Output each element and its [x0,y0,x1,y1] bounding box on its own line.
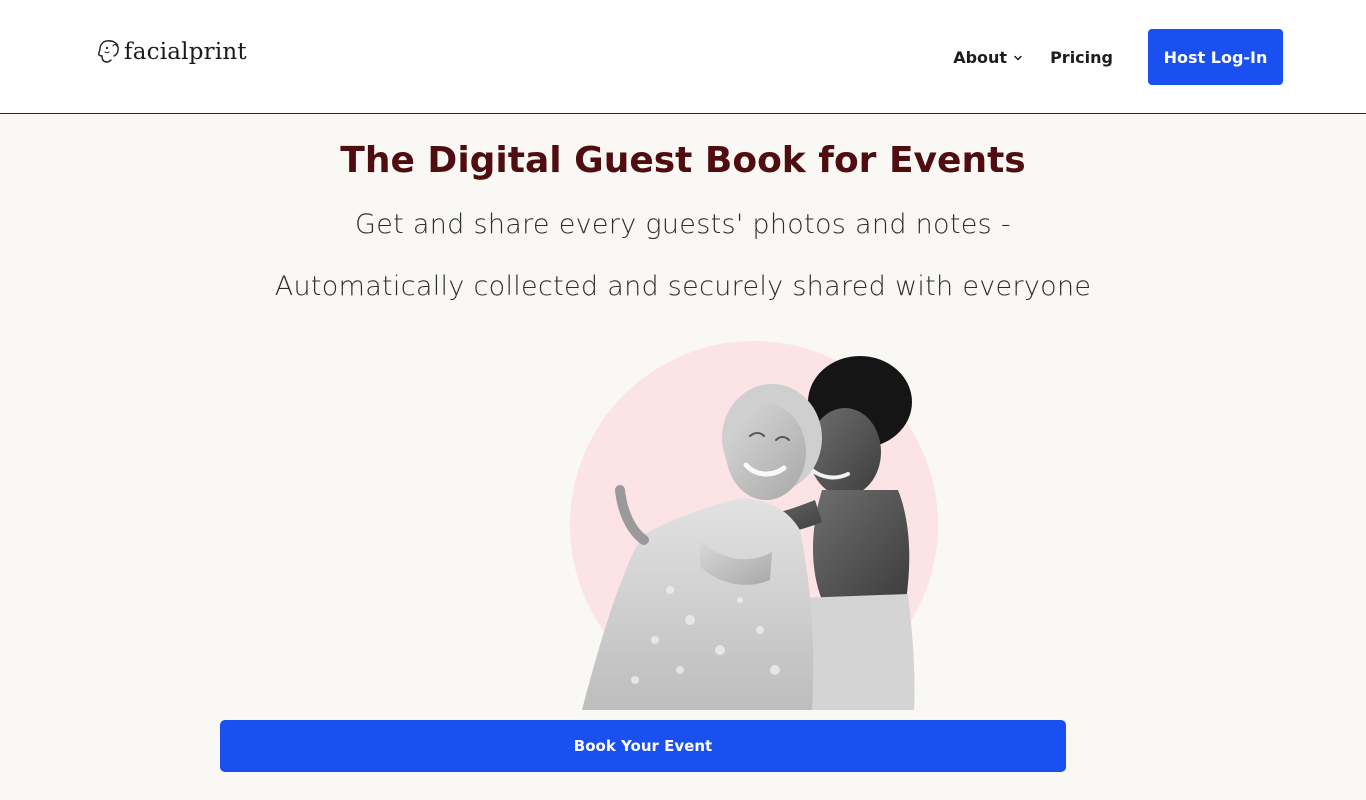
nav-about[interactable]: About [953,48,1023,67]
nav-about-label: About [953,47,1008,67]
book-event-button[interactable]: Book Your Event [220,720,1066,772]
hero-subline-1: Get and share every guests' photos and n… [355,209,1011,240]
nav-pricing[interactable]: Pricing [1050,48,1113,67]
page-headline: The Digital Guest Book for Events [340,140,1026,181]
nav-pricing-label: Pricing [1050,47,1113,67]
face-sketch-icon [98,40,119,63]
brand-logo[interactable]: facialprint [96,38,247,66]
host-login-button[interactable]: Host Log-In [1148,29,1283,85]
brand-name: facialprint [124,39,247,65]
site-header: facialprint About Pricing Host Log-In [0,0,1366,114]
chevron-down-icon [1014,55,1022,60]
main-nav: About Pricing Host Log-In [953,29,1283,85]
hero-illustration [570,341,938,710]
hero-subline-2: Automatically collected and securely sha… [274,271,1092,302]
